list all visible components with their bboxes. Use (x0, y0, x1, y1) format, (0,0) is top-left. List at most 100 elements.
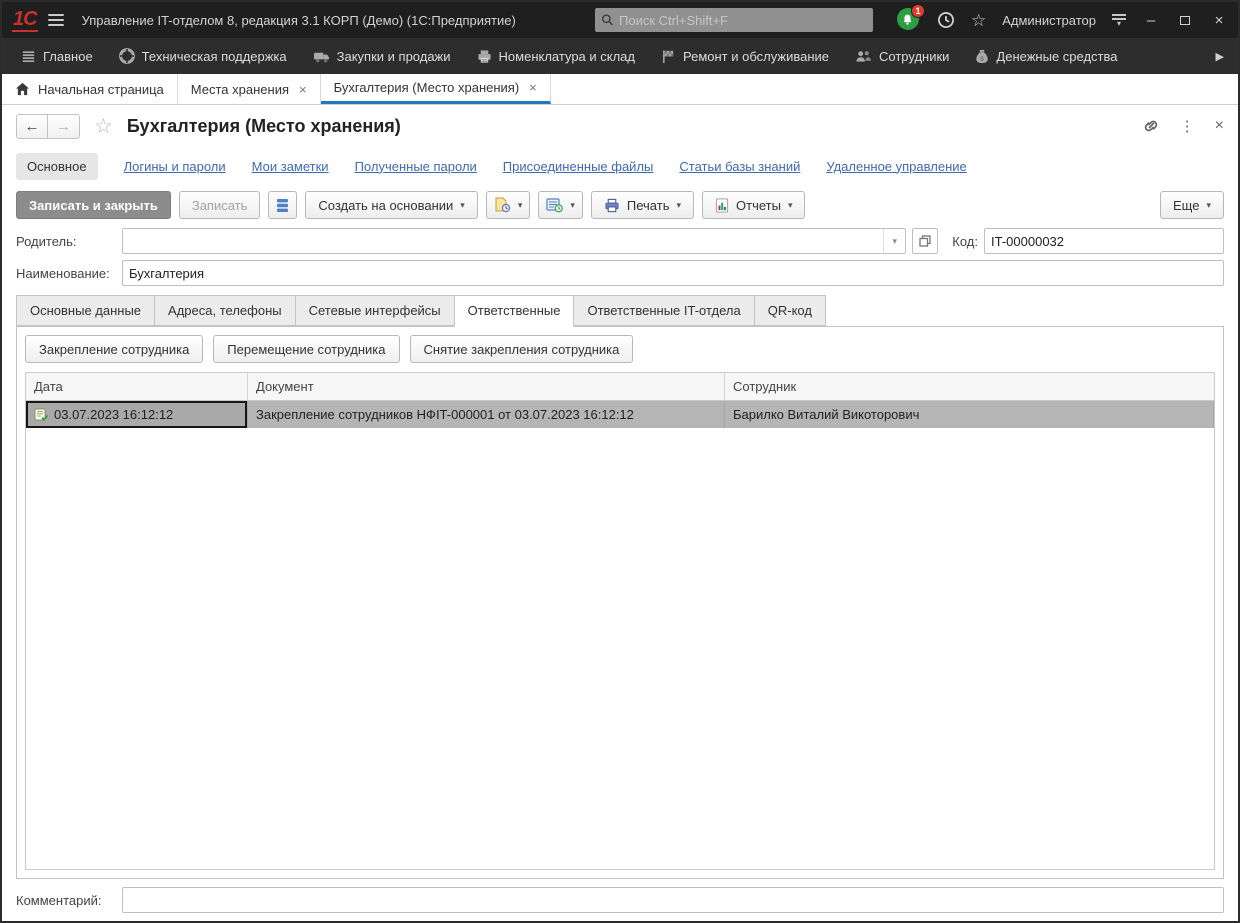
parent-field-row: Родитель: ▾ Код: (2, 225, 1238, 257)
global-search[interactable] (595, 8, 873, 32)
back-button[interactable]: ← (16, 114, 48, 139)
parent-open-button[interactable] (912, 228, 938, 254)
close-window-button[interactable]: × (1210, 12, 1228, 29)
tab-otvetstvennye-it[interactable]: Ответственные IT-отдела (573, 295, 754, 326)
table-row[interactable]: 03.07.2023 16:12:12 Закрепление сотрудни… (26, 401, 1214, 428)
parent-dropdown-icon[interactable]: ▾ (883, 229, 905, 253)
report-chart-icon (715, 198, 729, 213)
form-header: ← → ☆ Бухгалтерия (Место хранения) ⋮ × (2, 105, 1238, 147)
dropdown-caret: ▾ (570, 200, 575, 211)
list-clock-icon (546, 197, 563, 213)
nav-link-notes[interactable]: Мои заметки (252, 159, 329, 174)
column-header-date[interactable]: Дата (26, 373, 248, 401)
registers-button[interactable] (268, 191, 297, 219)
panel-actions: Закрепление сотрудника Перемещение сотру… (25, 335, 1215, 363)
print-button[interactable]: Печать ▾ (591, 191, 694, 219)
forward-button[interactable]: → (48, 114, 80, 139)
flag-icon (661, 49, 676, 64)
column-header-document[interactable]: Документ (248, 373, 725, 401)
assign-employee-button[interactable]: Закрепление сотрудника (25, 335, 203, 363)
moneybag-icon: s (975, 49, 989, 64)
menu-item-money[interactable]: s Денежные средства (962, 38, 1130, 74)
favorites-star-icon[interactable]: ☆ (971, 12, 986, 29)
search-icon (601, 13, 614, 27)
minimize-button[interactable]: – (1142, 12, 1160, 29)
list-header-row: Дата Документ Сотрудник (26, 373, 1214, 401)
app-window: 1С Управление IT-отделом 8, редакция 3.1… (0, 0, 1240, 923)
column-header-employee[interactable]: Сотрудник (725, 373, 1214, 401)
maximize-button[interactable] (1176, 12, 1194, 29)
tab-qr-kod[interactable]: QR-код (754, 295, 826, 326)
notifications-bell-icon[interactable]: 1 (897, 8, 921, 32)
save-and-close-button[interactable]: Записать и закрыть (16, 191, 171, 219)
create-based-on-button[interactable]: Создать на основании ▾ (305, 191, 477, 219)
menu-item-purchases-sales[interactable]: Закупки и продажи (300, 38, 464, 74)
tab-setevye-interfeysy[interactable]: Сетевые интерфейсы (295, 295, 455, 326)
menu-item-glavnoe[interactable]: Главное (8, 38, 106, 74)
tab-osnovnye-dannye[interactable]: Основные данные (16, 295, 155, 326)
tasks-button[interactable]: ▾ (538, 191, 583, 219)
name-input[interactable] (122, 260, 1224, 286)
open-icon (919, 235, 931, 247)
form-nav-links: Основное Логины и пароли Мои заметки Пол… (2, 147, 1238, 185)
responsible-tab-panel: Закрепление сотрудника Перемещение сотру… (16, 326, 1224, 879)
more-button[interactable]: Еще ▾ (1160, 191, 1224, 219)
unassign-employee-button[interactable]: Снятие закрепления сотрудника (410, 335, 634, 363)
1c-logo: 1С (12, 9, 38, 32)
menu-item-employees[interactable]: Сотрудники (842, 38, 962, 74)
save-button[interactable]: Записать (179, 191, 261, 219)
nav-link-kb-articles[interactable]: Статьи базы знаний (679, 159, 800, 174)
home-icon (15, 82, 30, 96)
document-posted-icon (34, 408, 48, 421)
dropdown-caret: ▾ (788, 200, 793, 211)
tab-mesta-khraneniya[interactable]: Места хранения × (178, 74, 321, 104)
print-icon (604, 198, 620, 213)
code-label: Код: (952, 234, 978, 249)
favorite-star-icon[interactable]: ☆ (94, 114, 113, 139)
history-icon[interactable] (937, 11, 955, 29)
comment-field-row: Комментарий: (2, 879, 1238, 921)
close-tab-icon[interactable]: × (529, 80, 537, 95)
move-employee-button[interactable]: Перемещение сотрудника (213, 335, 399, 363)
open-windows-tabbar: Начальная страница Места хранения × Бухг… (2, 74, 1238, 105)
tab-otvetstvennye[interactable]: Ответственные (454, 295, 575, 327)
nav-link-osnovnoe[interactable]: Основное (16, 153, 98, 180)
code-input[interactable] (984, 228, 1224, 254)
nav-link-received-passwords[interactable]: Полученные пароли (355, 159, 477, 174)
nav-link-logins[interactable]: Логины и пароли (124, 159, 226, 174)
tab-adresa-telefony[interactable]: Адреса, телефоны (154, 295, 296, 326)
tab-bukhgalteriya[interactable]: Бухгалтерия (Место хранения) × (321, 74, 551, 104)
close-form-icon[interactable]: × (1215, 117, 1224, 135)
truck-icon (313, 49, 330, 64)
cell-date[interactable]: 03.07.2023 16:12:12 (26, 401, 248, 428)
more-actions-icon[interactable]: ⋮ (1180, 117, 1195, 135)
nav-link-attached-files[interactable]: Присоединенные файлы (503, 159, 654, 174)
stack-icon (276, 198, 289, 213)
cell-document[interactable]: Закрепление сотрудников НФIT-000001 от 0… (248, 401, 725, 428)
settings-menu-icon[interactable]: ▾ (1112, 14, 1126, 26)
document-history-button[interactable]: ▾ (486, 191, 531, 219)
current-user[interactable]: Администратор (1002, 13, 1096, 28)
menu-item-repair[interactable]: Ремонт и обслуживание (648, 38, 842, 74)
menu-overflow-arrow[interactable]: ▶ (1208, 50, 1232, 63)
parent-label: Родитель: (16, 234, 116, 249)
nav-link-remote-control[interactable]: Удаленное управление (826, 159, 966, 174)
responsible-list: Дата Документ Сотрудник 03.07.2023 16: (25, 372, 1215, 870)
reports-button[interactable]: Отчеты ▾ (702, 191, 805, 219)
storage-place-form: ← → ☆ Бухгалтерия (Место хранения) ⋮ × О… (2, 105, 1238, 921)
list-icon (21, 49, 36, 64)
search-input[interactable] (619, 13, 867, 28)
name-label: Наименование: (16, 266, 116, 281)
people-icon (855, 49, 872, 64)
window-title: Управление IT-отделом 8, редакция 3.1 КО… (82, 13, 585, 28)
tab-home[interactable]: Начальная страница (2, 74, 178, 104)
parent-input[interactable] (123, 229, 883, 253)
menu-item-nomenclature[interactable]: Номенклатура и склад (464, 38, 648, 74)
comment-input[interactable] (122, 887, 1224, 913)
menu-item-tech-support[interactable]: Техническая поддержка (106, 38, 300, 74)
svg-text:s: s (981, 55, 985, 62)
main-menu-icon[interactable] (48, 14, 64, 26)
get-link-icon[interactable] (1142, 117, 1160, 135)
close-tab-icon[interactable]: × (299, 82, 307, 97)
cell-employee[interactable]: Барилко Виталий Викоторович (725, 401, 1214, 428)
